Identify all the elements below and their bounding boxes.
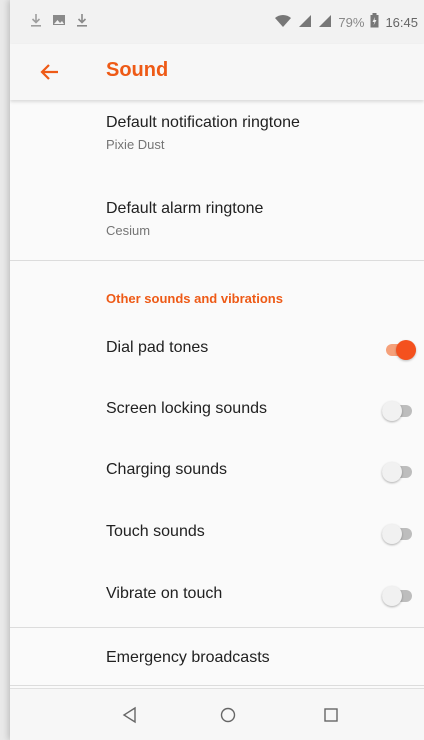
- battery-percent: 79%: [338, 14, 365, 30]
- nav-home-button[interactable]: [216, 703, 240, 727]
- divider: [10, 685, 424, 686]
- back-button[interactable]: [36, 58, 64, 86]
- toggle-row-touch-sounds[interactable]: Touch sounds: [106, 506, 424, 562]
- notification-ringtone-item[interactable]: Default notification ringtone Pixie Dust: [106, 114, 424, 152]
- notification-ringtone-title: Default notification ringtone: [106, 114, 300, 131]
- dial-pad-tones-switch[interactable]: [382, 340, 416, 360]
- toggle-label: Touch sounds: [106, 523, 205, 540]
- emergency-broadcasts-item[interactable]: Emergency broadcasts: [106, 649, 424, 667]
- image-icon: [52, 13, 66, 30]
- alarm-ringtone-item[interactable]: Default alarm ringtone Cesium: [106, 200, 424, 238]
- toggle-label: Dial pad tones: [106, 339, 209, 356]
- alarm-ringtone-title: Default alarm ringtone: [106, 200, 264, 217]
- back-triangle-icon: [122, 706, 136, 724]
- nav-recents-button[interactable]: [319, 703, 343, 727]
- battery-icon: [370, 13, 379, 31]
- signal-icon: [318, 14, 332, 31]
- divider: [10, 627, 424, 628]
- nav-back-button[interactable]: [118, 703, 142, 727]
- switch-thumb: [396, 340, 416, 360]
- switch-thumb: [382, 524, 402, 544]
- arrow-left-icon: [40, 64, 58, 80]
- alarm-ringtone-value: Cesium: [106, 223, 151, 238]
- toggle-row-charging-sounds[interactable]: Charging sounds: [106, 444, 424, 500]
- touch-sounds-switch[interactable]: [382, 524, 416, 544]
- status-left-icons: [30, 13, 88, 30]
- toggle-row-dial-pad-tones[interactable]: Dial pad tones: [106, 322, 424, 378]
- navigation-bar: [10, 688, 424, 740]
- vibrate-on-touch-switch[interactable]: [382, 586, 416, 606]
- screen-locking-sounds-switch[interactable]: [382, 401, 416, 421]
- switch-thumb: [382, 401, 402, 421]
- phone-screen: 79% 16:45 Sound Default notification rin…: [10, 0, 424, 740]
- charging-sounds-switch[interactable]: [382, 462, 416, 482]
- page-title: Sound: [106, 59, 169, 81]
- settings-list: Default notification ringtone Pixie Dust…: [10, 100, 424, 686]
- toggle-label: Charging sounds: [106, 461, 227, 478]
- emergency-broadcasts-title: Emergency broadcasts: [106, 649, 270, 666]
- status-bar: 79% 16:45: [10, 0, 424, 44]
- toggle-row-screen-locking-sounds[interactable]: Screen locking sounds: [106, 383, 424, 439]
- toggle-label: Vibrate on touch: [106, 585, 223, 602]
- download-icon: [30, 13, 42, 30]
- toggle-label: Screen locking sounds: [106, 400, 267, 417]
- divider: [10, 260, 424, 261]
- switch-thumb: [382, 462, 402, 482]
- section-header: Other sounds and vibrations: [106, 291, 283, 306]
- download-icon: [76, 13, 88, 30]
- status-right-icons: 79% 16:45: [274, 13, 418, 31]
- home-circle-icon: [220, 707, 236, 723]
- recents-square-icon: [324, 708, 338, 722]
- wifi-icon: [274, 14, 292, 31]
- switch-thumb: [382, 586, 402, 606]
- notification-ringtone-value: Pixie Dust: [106, 137, 165, 152]
- app-bar: Sound: [10, 44, 424, 100]
- signal-icon: [298, 14, 312, 31]
- toggle-row-vibrate-on-touch[interactable]: Vibrate on touch: [106, 568, 424, 624]
- status-time: 16:45: [385, 14, 418, 30]
